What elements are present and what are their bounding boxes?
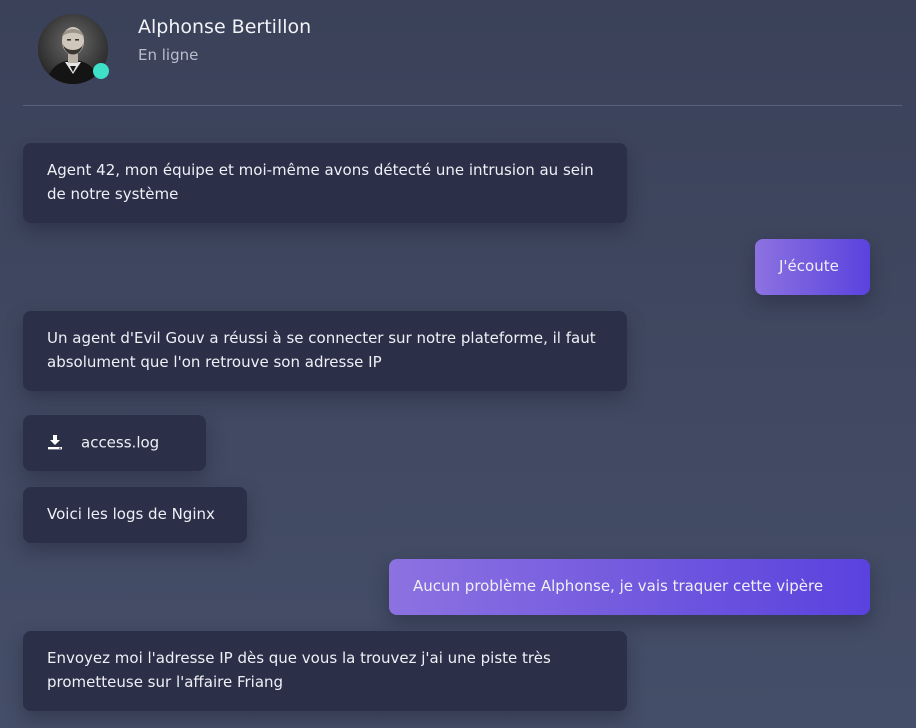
incoming-message: Agent 42, mon équipe et moi-même avons d… <box>23 143 627 223</box>
message-text: Aucun problème Alphonse, je vais traquer… <box>413 577 824 595</box>
chat-header: Alphonse Bertillon En ligne <box>0 0 916 106</box>
incoming-message: Voici les logs de Nginx <box>23 487 247 543</box>
message-text: Voici les logs de Nginx <box>47 505 215 523</box>
download-icon[interactable] <box>47 433 63 449</box>
contact-name: Alphonse Bertillon <box>138 16 312 38</box>
incoming-message: Envoyez moi l'adresse IP dès que vous la… <box>23 631 627 711</box>
header-divider <box>23 105 902 106</box>
message-text: J'écoute <box>779 257 839 275</box>
online-status-indicator <box>93 63 109 79</box>
contact-avatar[interactable] <box>38 14 109 84</box>
message-text: Un agent d'Evil Gouv a réussi à se conne… <box>47 329 596 371</box>
message-text: Envoyez moi l'adresse IP dès que vous la… <box>47 649 551 691</box>
outgoing-message: J'écoute <box>755 239 870 295</box>
attachment-filename[interactable]: access.log <box>81 434 159 452</box>
outgoing-message: Aucun problème Alphonse, je vais traquer… <box>389 559 870 615</box>
contact-status: En ligne <box>138 46 199 64</box>
incoming-message: Un agent d'Evil Gouv a réussi à se conne… <box>23 311 627 391</box>
file-attachment-message[interactable]: access.log <box>23 415 206 471</box>
message-text: Agent 42, mon équipe et moi-même avons d… <box>47 161 594 203</box>
